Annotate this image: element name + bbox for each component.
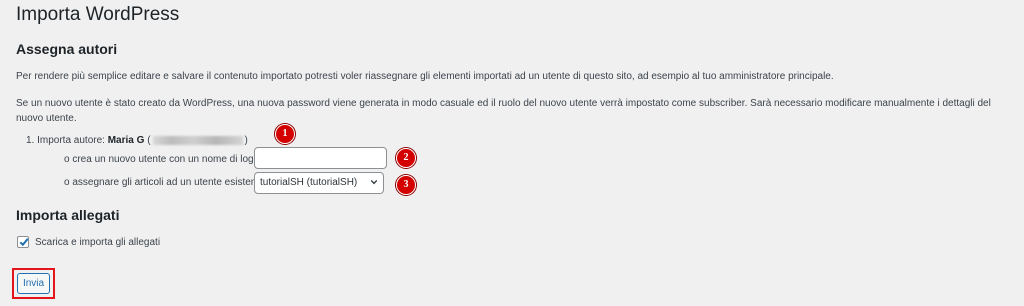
checkmark-icon (19, 238, 29, 247)
import-attachments-checkbox[interactable] (17, 236, 29, 248)
existing-user-label: o assegnare gli articoli ad un utente es… (64, 177, 268, 188)
assign-authors-intro: Per rendere più semplice editare e salva… (16, 71, 834, 82)
import-attachments-label: Scarica e importa gli allegati (35, 237, 161, 248)
new-user-note: Se un nuovo utente è stato creato da Wor… (16, 98, 991, 124)
step-badge-3: 3 (396, 175, 416, 195)
step-badge-1: 1 (275, 124, 295, 144)
chevron-down-icon (370, 179, 378, 185)
redacted-author-login (152, 135, 243, 145)
author-open-paren: ( (147, 135, 151, 146)
existing-user-selected: tutorialSH (tutorialSH) (260, 177, 358, 188)
page-title: Importa WordPress (16, 4, 180, 25)
assign-authors-heading: Assegna autori (16, 41, 118, 57)
author-name: Maria G (107, 135, 145, 146)
existing-user-select[interactable]: tutorialSH (tutorialSH) (254, 172, 384, 194)
new-user-label: o crea un nuovo utente con un nome di lo… (64, 154, 265, 165)
submit-button[interactable]: Invia (17, 273, 50, 294)
import-wordpress-page: Importa WordPress Assegna autori Per ren… (0, 0, 1024, 306)
import-attachments-heading: Importa allegati (16, 207, 120, 223)
author-close-paren: ) (244, 135, 248, 146)
author-item-prefix: 1. Importa autore: (26, 135, 105, 146)
author-row: 1. Importa autore: Maria G () (26, 134, 248, 148)
new-user-login-input[interactable] (254, 147, 387, 169)
step-badge-2: 2 (396, 148, 416, 168)
